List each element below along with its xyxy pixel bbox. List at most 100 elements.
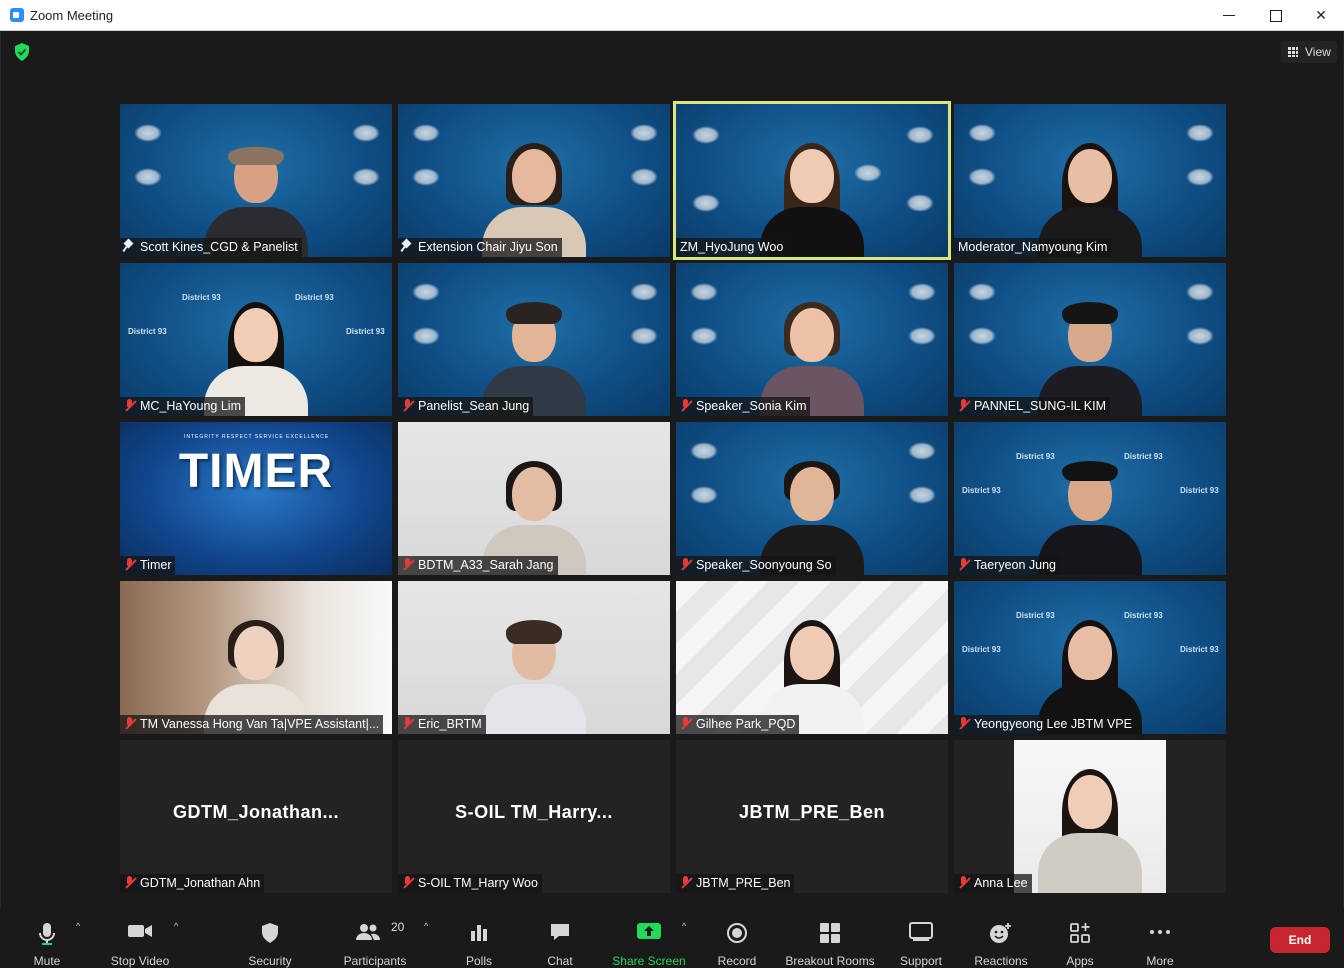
video-tile[interactable]: Extension Chair Jiyu Son [398,104,670,257]
grid-view-icon [1288,47,1298,57]
polls-button[interactable]: Polls [456,916,502,968]
video-tile-camera-off[interactable]: JBTM_PRE_Ben JBTM_PRE_Ben [676,740,948,893]
support-button[interactable]: Support [894,916,948,968]
video-tile[interactable]: District 93 District 93 District 93 Distric… [954,581,1226,734]
video-tile[interactable]: TM Vanessa Hong Van Ta|VPE Assistant|... [120,581,392,734]
maximize-button[interactable] [1252,0,1298,31]
video-tile[interactable]: BDTM_A33_Sarah Jang [398,422,670,575]
video-tile[interactable]: Eric_BRTM [398,581,670,734]
apps-button[interactable]: Apps [1058,916,1102,968]
record-button[interactable]: Record [712,916,762,968]
chat-button[interactable]: Chat [538,916,582,968]
end-meeting-button[interactable]: End [1270,927,1330,953]
participant-name-tag: JBTM_PRE_Ben [676,874,795,893]
pin-icon [402,240,412,252]
video-tile[interactable]: Panelist_Sean Jung [398,263,670,416]
participant-name-tag: Panelist_Sean Jung [398,397,534,416]
participant-name-tag: Eric_BRTM [398,715,486,734]
video-tile[interactable]: District 93 District 93 District 93 Distric… [954,422,1226,575]
participant-name-tag: Timer [120,556,176,575]
share-options-caret-icon[interactable]: ^ [682,922,690,931]
breakout-rooms-button[interactable]: Breakout Rooms [784,916,876,968]
muted-microphone-icon [680,717,692,730]
muted-microphone-icon [680,558,692,571]
video-tile[interactable]: Speaker_Soonyoung So [676,422,948,575]
participant-name-tag: MC_HaYoung Lim [120,397,245,416]
meeting-toolbar: Mute ^ Stop Video ^ Security 20 Particip… [0,908,1344,968]
video-tile[interactable]: Scott Kines_CGD & Panelist [120,104,392,257]
share-screen-icon [637,923,661,939]
meeting-area: View Scott Kines_CGD & Panelist Extensio… [0,31,1344,908]
video-tile[interactable]: PANNEL_SUNG-IL KIM [954,263,1226,416]
minimize-button[interactable] [1206,0,1252,31]
video-tile-active-speaker[interactable]: ZM_HyoJung Woo [673,101,951,260]
participant-name-tag: TM Vanessa Hong Van Ta|VPE Assistant|... [120,715,384,734]
more-button[interactable]: More [1138,916,1182,968]
security-button[interactable]: Security [240,916,300,968]
video-tile[interactable]: INTEGRITY RESPECT SERVICE EXCELLENCE TIM… [120,422,392,575]
timer-banner: TIMER [178,445,334,498]
mute-button[interactable]: Mute [22,916,72,968]
view-label: View [1305,45,1331,59]
chat-bubble-icon [551,924,569,940]
breakout-rooms-icon [820,923,840,943]
microphone-icon [39,923,55,945]
participant-name-tag: Extension Chair Jiyu Son [398,238,562,257]
video-tile[interactable]: Moderator_Namyoung Kim [954,104,1226,257]
participants-button[interactable]: 20 Participants [340,916,410,968]
video-options-caret-icon[interactable]: ^ [174,922,182,931]
title-bar: Zoom Meeting ✕ [0,0,1344,31]
muted-microphone-icon [402,717,414,730]
participants-icon [356,924,381,940]
muted-microphone-icon [402,876,414,889]
muted-microphone-icon [124,717,136,730]
timer-values-strip: INTEGRITY RESPECT SERVICE EXCELLENCE [184,434,330,440]
participant-name-tag: ZM_HyoJung Woo [676,238,788,257]
apps-icon [1070,923,1090,943]
pin-icon [124,240,134,252]
participant-name-tag: PANNEL_SUNG-IL KIM [954,397,1110,416]
audio-options-caret-icon[interactable]: ^ [76,922,84,931]
participant-video [474,614,594,734]
video-tile-camera-off[interactable]: S-OIL TM_Harry... S-OIL TM_Harry Woo [398,740,670,893]
video-tile[interactable]: District 93 District 93 District 93 Distric… [120,263,392,416]
close-button[interactable]: ✕ [1298,0,1344,31]
participant-name-tag: Speaker_Sonia Kim [676,397,811,416]
muted-microphone-icon [124,876,136,889]
participant-name-tag: Scott Kines_CGD & Panelist [120,238,302,257]
zoom-app-icon [10,8,24,22]
video-tile[interactable]: Speaker_Sonia Kim [676,263,948,416]
participant-name-tag: Moderator_Namyoung Kim [954,238,1112,257]
encryption-shield-icon[interactable] [14,43,30,61]
participants-count: 20 [391,920,405,934]
participant-name-tag: S-OIL TM_Harry Woo [398,874,542,893]
muted-microphone-icon [680,876,692,889]
participant-name-tag: Gilhee Park_PQD [676,715,800,734]
video-tile-camera-off[interactable]: GDTM_Jonathan... GDTM_Jonathan Ahn [120,740,392,893]
muted-microphone-icon [958,717,970,730]
profile-photo [1014,740,1166,893]
participant-display-name: JBTM_PRE_Ben [738,802,886,822]
muted-microphone-icon [958,399,970,412]
muted-microphone-icon [124,399,136,412]
participant-name-tag: Speaker_Soonyoung So [676,556,836,575]
view-button[interactable]: View [1281,41,1337,63]
participants-options-caret-icon[interactable]: ^ [424,922,432,931]
participant-name-tag: GDTM_Jonathan Ahn [120,874,265,893]
share-screen-button[interactable]: Share Screen [610,916,688,968]
video-camera-icon [128,925,152,937]
reactions-button[interactable]: Reactions [972,916,1030,968]
security-shield-icon [262,923,278,943]
muted-microphone-icon [402,558,414,571]
muted-microphone-icon [402,399,414,412]
participant-name-tag: BDTM_A33_Sarah Jang [398,556,558,575]
video-tile[interactable]: Gilhee Park_PQD [676,581,948,734]
video-gallery: Scott Kines_CGD & Panelist Extension Cha… [120,101,1226,893]
reactions-smiley-icon [990,923,1011,943]
stop-video-button[interactable]: Stop Video [104,916,176,968]
window-title: Zoom Meeting [30,8,114,23]
remote-support-icon [909,922,933,941]
video-tile-profile-photo[interactable]: Anna Lee [954,740,1226,893]
record-icon [727,923,747,943]
participant-display-name: GDTM_Jonathan... [172,802,339,822]
